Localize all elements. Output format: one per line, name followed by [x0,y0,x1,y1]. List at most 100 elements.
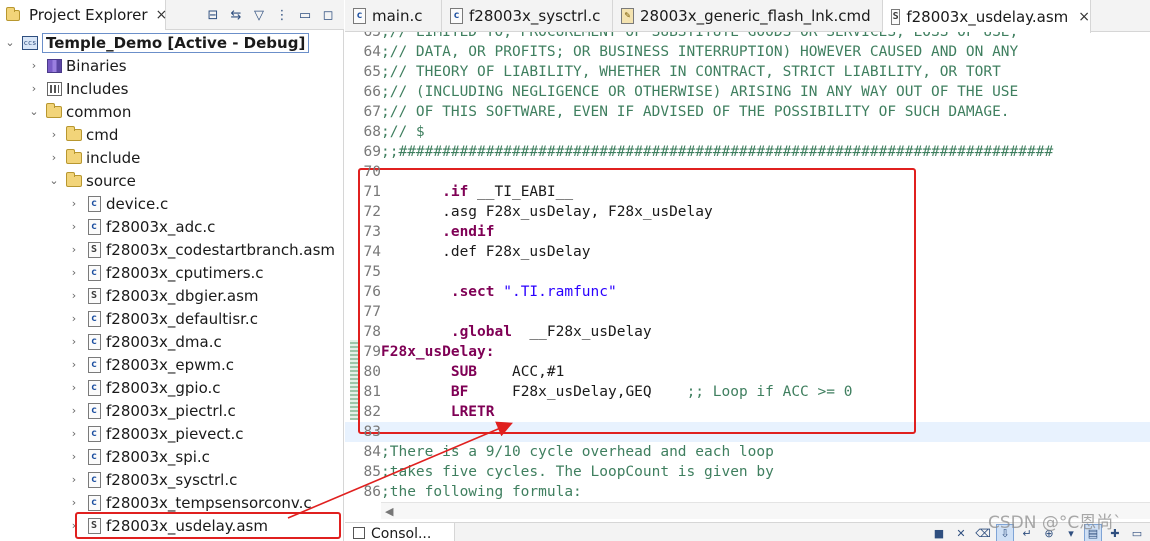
tree-item-label: Includes [66,79,129,98]
tree-item[interactable]: › cmd [48,123,118,146]
binaries-icon [46,58,62,74]
code-line: 67;// OF THIS SOFTWARE, EVEN IF ADVISED … [345,102,1010,122]
tree-item[interactable]: › c f28003x_dma.c [68,330,222,353]
tree-item-label: f28003x_sysctrl.c [106,470,238,489]
tree-item[interactable]: › c f28003x_adc.c [68,215,216,238]
tree-item[interactable]: › c device.c [68,192,169,215]
chevron-right-icon[interactable]: › [68,335,80,348]
code-line: 81 BF F28x_usDelay,GEQ ;; Loop if ACC >=… [345,382,853,402]
tree-item[interactable]: › c f28003x_piectrl.c [68,399,236,422]
tree-item[interactable]: › c f28003x_gpio.c [68,376,221,399]
line-number: 64 [363,44,381,60]
project-explorer-tab[interactable]: Project Explorer × [0,0,168,30]
chevron-right-icon[interactable]: › [28,59,40,72]
code-line: 85;takes five cycles. The LoopCount is g… [345,462,774,482]
editor-tab[interactable]: c main.c [345,0,442,32]
chevron-right-icon[interactable]: › [68,266,80,279]
scroll-left-icon[interactable]: ◀ [385,505,393,518]
code-line: 80 SUB ACC,#1 [345,362,565,382]
minimize-panel-icon[interactable]: ▭ [1128,524,1146,541]
code-token: ;// OF THIS SOFTWARE, EVEN IF ADVISED OF… [381,104,1010,120]
tree-item[interactable]: › c f28003x_tempsensorconv.c [68,491,312,514]
tree-item[interactable]: ⌄ common [28,100,131,123]
line-number: 71 [363,184,381,200]
tree-item[interactable]: › c f28003x_pievect.c [68,422,244,445]
chevron-down-icon[interactable]: ⌄ [28,105,40,118]
tree-item[interactable]: ⌄ ccs Temple_Demo [Active - Debug] [4,31,310,54]
editor-tab-label: f28003x_usdelay.asm [906,7,1069,26]
code-token: ;// (INCLUDING NEGLIGENCE OR OTHERWISE) … [381,84,1019,100]
chevron-right-icon[interactable]: › [48,151,60,164]
chevron-right-icon[interactable]: › [68,312,80,325]
code-line: 78 .global __F28x_usDelay [345,322,652,342]
tree-item-label: f28003x_dma.c [106,332,222,351]
code-token: ;// LIMITED TO, PROCUREMENT OF SUBSTITUT… [381,32,1019,40]
chevron-right-icon[interactable]: › [68,473,80,486]
tree-item[interactable]: › Includes [28,77,129,100]
link-with-editor-icon[interactable]: ⇆ [226,5,246,25]
filter-icon[interactable]: ▽ [249,5,269,25]
c-file-icon: c [86,195,102,212]
chevron-down-icon[interactable]: ⌄ [48,174,60,187]
chevron-right-icon[interactable]: › [68,404,80,417]
chevron-right-icon[interactable]: › [68,243,80,256]
line-number: 86 [363,484,381,500]
tree-item-label: f28003x_cputimers.c [106,263,264,282]
tree-item[interactable]: › Sf28003x_codestartbranch.asm [68,238,335,261]
chevron-right-icon[interactable]: › [68,197,80,210]
code-line: 72 .asg F28x_usDelay, F28x_usDelay [345,202,713,222]
chevron-right-icon[interactable]: › [68,220,80,233]
cmd-file-icon: ✎ [621,8,634,24]
line-number: 82 [363,404,381,420]
asm-file-icon: S [891,8,901,25]
tree-item-label: common [66,102,132,121]
editor-tab[interactable]: ✎ 28003x_generic_flash_lnk.cmd [613,0,883,32]
chevron-right-icon[interactable]: › [68,289,80,302]
code-editor[interactable]: 63;// LIMITED TO, PROCUREMENT OF SUBSTIT… [345,32,1150,502]
tree-item[interactable]: › c f28003x_defaultisr.c [68,307,258,330]
tree-item[interactable]: › include [48,146,140,169]
line-number: 65 [363,64,381,80]
project-explorer-icon [5,6,21,23]
asm-file-icon: S [86,241,102,258]
collapse-all-icon[interactable]: ⊟ [203,5,223,25]
editor-tab[interactable]: Sf28003x_usdelay.asm × [883,0,1091,33]
minimize-icon[interactable]: ▭ [295,5,315,25]
chevron-right-icon[interactable]: › [28,82,40,95]
chevron-down-icon[interactable]: ⌄ [4,36,16,49]
line-number: 81 [363,384,381,400]
tree-item[interactable]: › c f28003x_epwm.c [68,353,234,376]
terminate-icon[interactable]: ■ [930,524,948,541]
code-token: SUB [450,364,478,380]
chevron-right-icon[interactable]: › [48,128,60,141]
close-icon[interactable]: × [1078,9,1090,25]
code-line: 69;;####################################… [345,142,1054,162]
code-token: ACC,#1 [477,364,565,380]
line-number: 66 [363,84,381,100]
tree-item[interactable]: › Sf28003x_dbgier.asm [68,284,259,307]
editor-tab[interactable]: c f28003x_sysctrl.c [442,0,613,32]
tree-item[interactable]: › Binaries [28,54,127,77]
close-icon[interactable]: × [156,7,168,23]
line-number: 68 [363,124,381,140]
c-file-icon: c [86,218,102,235]
includes-icon [46,81,62,97]
editor-tab-bar: c main.c c f28003x_sysctrl.c ✎ 28003x_generic… [345,0,1150,33]
chevron-right-icon[interactable]: › [68,381,80,394]
view-menu-icon[interactable]: ⋮ [272,5,292,25]
chevron-right-icon[interactable]: › [68,358,80,371]
chevron-right-icon[interactable]: › [68,427,80,440]
maximize-icon[interactable]: ◻ [318,5,338,25]
code-token: ;// DATA, OR PROFITS; OR BUSINESS INTERR… [381,44,1019,60]
console-tab[interactable]: Consol... [345,523,455,541]
tree-item[interactable]: › c f28003x_spi.c [68,445,210,468]
remove-launch-icon[interactable]: ✕ [952,524,970,541]
chevron-right-icon[interactable]: › [68,450,80,463]
console-tab-label: Consol... [371,526,432,541]
c-file-icon: c [86,471,102,488]
tree-item[interactable]: ⌄ source [48,169,136,192]
tree-item[interactable]: › c f28003x_sysctrl.c [68,468,238,491]
tree-item[interactable]: › c f28003x_cputimers.c [68,261,264,284]
chevron-right-icon[interactable]: › [68,496,80,509]
